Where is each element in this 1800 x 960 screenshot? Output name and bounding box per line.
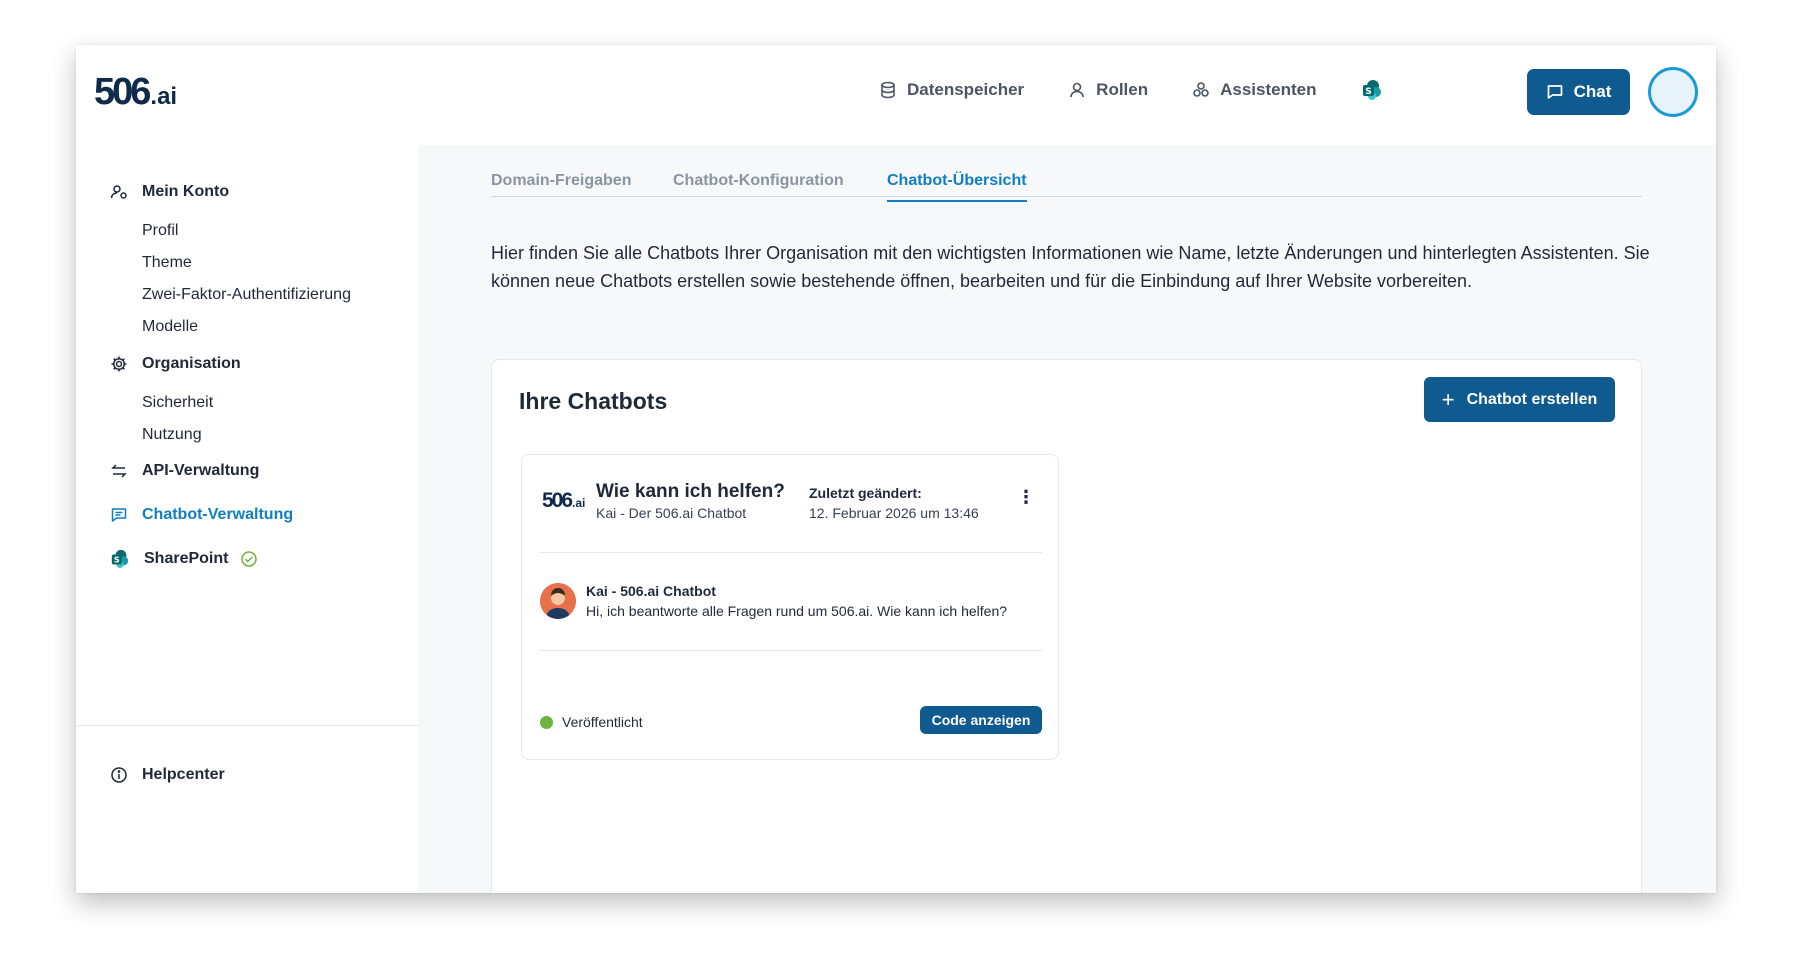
chatbot-title: Wie kann ich helfen? [596, 481, 785, 502]
bot-avatar [540, 583, 576, 619]
logo-suffix: .ai [150, 83, 178, 110]
user-avatar[interactable] [1648, 67, 1698, 117]
show-code-button[interactable]: Code anzeigen [920, 706, 1042, 734]
nav-assistenten[interactable]: Assistenten [1192, 80, 1317, 100]
last-changed-label: Zuletzt geändert: [809, 485, 922, 501]
user-icon [1070, 82, 1084, 98]
sidebar-item-sicherheit[interactable]: Sicherheit [142, 394, 213, 412]
chatbots-panel: Ihre Chatbots + Chatbot erstellen 506.ai… [491, 359, 1642, 893]
card-divider [540, 552, 1042, 553]
more-vertical-icon[interactable]: ⋮ [1017, 487, 1035, 507]
sidebar-section-label: SharePoint [144, 550, 229, 567]
card-logo: 506.ai [542, 489, 585, 513]
sidebar-section-organisation[interactable]: Organisation [110, 355, 241, 373]
chat-button[interactable]: Chat [1527, 69, 1630, 115]
svg-text:S: S [1365, 87, 1371, 97]
sidebar-section-label: Chatbot-Verwaltung [142, 506, 294, 523]
sidebar-divider [76, 725, 418, 726]
assistants-icon [1193, 82, 1209, 97]
tab-bar: Domain-Freigaben Chatbot-Konfiguration C… [491, 162, 1642, 202]
sidebar-item-profil[interactable]: Profil [142, 222, 178, 240]
create-chatbot-button[interactable]: + Chatbot erstellen [1424, 377, 1615, 422]
last-changed-value: 12. Februar 2026 um 13:46 [809, 505, 979, 521]
sidebar-section-label: Mein Konto [142, 183, 230, 200]
chatbot-card[interactable]: 506.ai Wie kann ich helfen? Kai - Der 50… [521, 454, 1059, 760]
nav-datenspeicher[interactable]: Datenspeicher [879, 80, 1024, 100]
sidebar: Mein Konto Profil Theme Zwei-Faktor-Auth… [76, 145, 418, 893]
sidebar-section-chatbot-verwaltung[interactable]: Chatbot-Verwaltung [110, 506, 293, 524]
nav-rollen[interactable]: Rollen [1068, 80, 1148, 100]
chat-icon [111, 508, 127, 522]
sidebar-item-theme[interactable]: Theme [142, 254, 192, 272]
gear-icon [111, 356, 127, 372]
sidebar-item-2fa[interactable]: Zwei-Faktor-Authentifizierung [142, 286, 351, 304]
sidebar-helpcenter[interactable]: Helpcenter [110, 766, 225, 784]
sidebar-section-label: Organisation [142, 355, 241, 372]
tab-chatbot-konfiguration[interactable]: Chatbot-Konfiguration [673, 172, 844, 200]
logo[interactable]: 506.ai [94, 71, 177, 114]
nav-sharepoint[interactable]: S [1361, 79, 1393, 101]
check-circle-icon [241, 551, 258, 567]
helpcenter-label: Helpcenter [142, 766, 225, 783]
bot-message: Hi, ich beantworte alle Fragen rund um 5… [586, 603, 1008, 619]
app-window: 506.ai Datenspeicher Rollen Assistenten … [76, 45, 1716, 893]
sidebar-item-modelle[interactable]: Modelle [142, 318, 198, 336]
card-logo-suffix: .ai [572, 496, 586, 510]
status-dot [540, 716, 553, 729]
top-header: 506.ai Datenspeicher Rollen Assistenten … [76, 45, 1716, 145]
info-icon [111, 767, 127, 783]
sidebar-section-label: API-Verwaltung [142, 462, 260, 479]
nav-rollen-label: Rollen [1096, 80, 1149, 99]
top-nav: Datenspeicher Rollen Assistenten S [879, 79, 1437, 101]
database-icon [881, 81, 895, 99]
create-chatbot-label: Chatbot erstellen [1466, 390, 1598, 408]
card-divider [540, 650, 1042, 651]
tab-chatbot-uebersicht[interactable]: Chatbot-Übersicht [887, 172, 1027, 202]
chatbot-subtitle: Kai - Der 506.ai Chatbot [596, 505, 747, 521]
nav-assistenten-label: Assistenten [1220, 80, 1317, 99]
account-icon [110, 185, 127, 199]
plus-icon: + [1441, 386, 1455, 412]
nav-datenspeicher-label: Datenspeicher [907, 80, 1025, 99]
swap-arrows-icon [111, 464, 127, 478]
status-text: Veröffentlicht [562, 714, 643, 730]
chat-button-label: Chat [1573, 82, 1612, 101]
sidebar-section-sharepoint[interactable]: S SharePoint [110, 549, 272, 569]
sharepoint-icon: S [111, 549, 129, 569]
sidebar-section-api-verwaltung[interactable]: API-Verwaltung [110, 462, 259, 480]
bot-name: Kai - 506.ai Chatbot [586, 583, 716, 599]
svg-text:S: S [114, 555, 120, 565]
sidebar-item-nutzung[interactable]: Nutzung [142, 426, 202, 444]
panel-title: Ihre Chatbots [519, 388, 668, 414]
intro-text: Hier finden Sie alle Chatbots Ihrer Orga… [491, 243, 1650, 291]
logo-main: 506 [94, 71, 151, 113]
chat-icon [1547, 85, 1562, 99]
card-logo-main: 506 [542, 489, 573, 512]
main-content: Domain-Freigaben Chatbot-Konfiguration C… [418, 145, 1716, 893]
sharepoint-icon: S [1362, 80, 1381, 100]
tab-domain-freigaben[interactable]: Domain-Freigaben [491, 172, 631, 200]
sidebar-section-mein-konto[interactable]: Mein Konto [110, 183, 229, 201]
